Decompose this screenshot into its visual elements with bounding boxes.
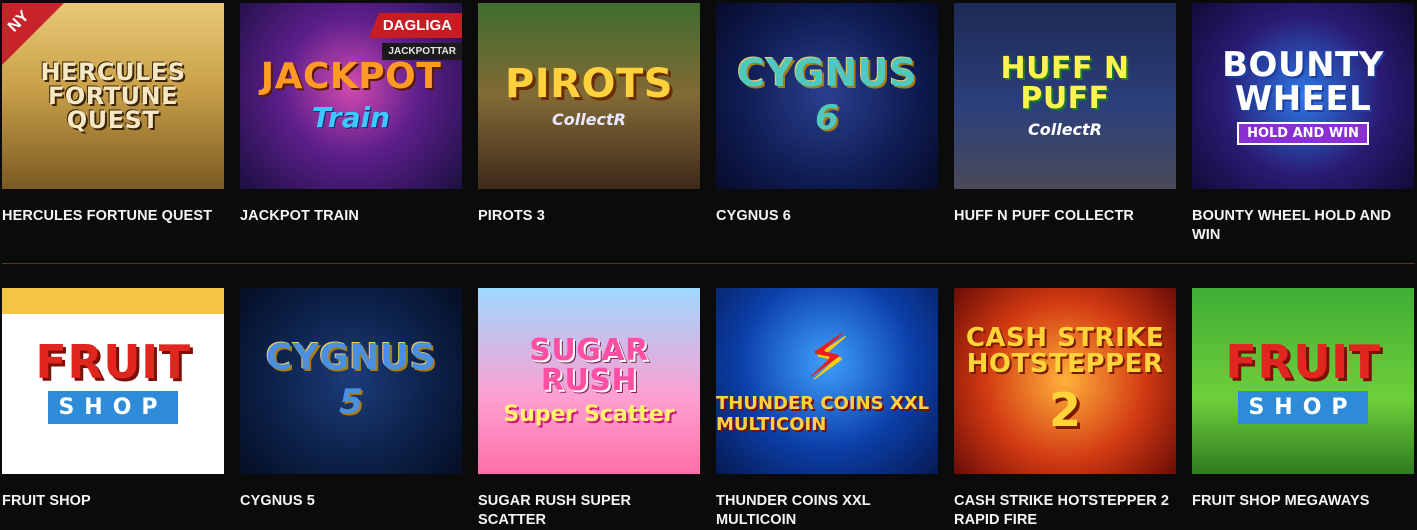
game-title[interactable]: HUFF N PUFF COLLECTR [954,207,1176,226]
thumbnail-art-title: Cygnus [265,337,437,378]
game-tile-sugar-rush-super-scatter[interactable]: Sugar Rush Super Scatter SUGAR RUSH SUPE… [478,288,700,530]
thumbnail-art-title: Cygnus [737,51,917,95]
thumbnail-art-subtitle: SHOP [1238,390,1368,424]
thumbnail-art-title: Bounty Wheel [1222,44,1384,119]
thumbnail-art-title: Sugar Rush [529,332,649,398]
game-tile-cygnus-6[interactable]: Cygnus 6 CYGNUS 6 [716,3,938,245]
game-thumbnail[interactable]: Pirots CollectR [478,3,700,189]
new-ribbon [2,3,64,65]
game-grid-row-2: Fruit SHOP FRUIT SHOP Cygnus 5 CYGNUS 5 … [2,288,1414,530]
game-tile-hercules-fortune-quest[interactable]: Hercules Fortune Quest NY HERCULES FORTU… [2,3,224,245]
game-thumbnail[interactable]: Jackpot Train DAGLIGA JACKPOTTAR [240,3,462,189]
game-title[interactable]: FRUIT SHOP [2,492,224,511]
game-thumbnail[interactable]: Cygnus 5 [240,288,462,474]
game-tile-huff-n-puff-collectr[interactable]: Huff n Puff CollectR HUFF N PUFF COLLECT… [954,3,1176,245]
game-title[interactable]: FRUIT SHOP MEGAWAYS [1192,492,1414,511]
thumbnail-art-subtitle: 2 [1048,383,1081,437]
thumbnail-art-subtitle: HOLD AND WIN [1237,121,1369,145]
thumbnail-art-title: Fruit [1225,334,1381,389]
thumbnail-art-title: Fruit [35,334,191,389]
game-title[interactable]: SUGAR RUSH SUPER SCATTER [478,492,700,530]
game-grid-row-1: Hercules Fortune Quest NY HERCULES FORTU… [2,3,1414,245]
thumbnail-art-title: Hercules Fortune Quest [40,58,186,134]
row-divider [2,263,1415,264]
thumbnail-art-title: Jackpot [260,55,442,97]
game-tile-bounty-wheel-hold-and-win[interactable]: Bounty Wheel HOLD AND WIN BOUNTY WHEEL H… [1192,3,1414,245]
daily-jackpot-badge: DAGLIGA [368,13,462,38]
thumbnail-art-title: Cash Strike Hotstepper [965,323,1165,379]
game-title[interactable]: CASH STRIKE HOTSTEPPER 2 RAPID FIRE [954,492,1176,530]
thumbnail-art-subtitle: SHOP [48,390,178,424]
lightning-bolt-icon: ⚡ [805,322,849,392]
game-tile-fruit-shop[interactable]: Fruit SHOP FRUIT SHOP [2,288,224,530]
game-tile-thunder-coins-xxl-multicoin[interactable]: ⚡ THUNDER COINS XXL MULTICOIN THUNDER CO… [716,288,938,530]
thumbnail-art-subtitle: Super Scatter [503,401,675,427]
game-tile-cygnus-5[interactable]: Cygnus 5 CYGNUS 5 [240,288,462,530]
game-tile-jackpot-train[interactable]: Jackpot Train DAGLIGA JACKPOTTAR JACKPOT… [240,3,462,245]
game-thumbnail[interactable]: Hercules Fortune Quest NY [2,3,224,189]
game-thumbnail[interactable]: Fruit SHOP [2,288,224,474]
daily-jackpot-badge-sub: JACKPOTTAR [382,43,462,60]
thumbnail-art-subtitle: CollectR [1027,119,1102,139]
game-title[interactable]: CYGNUS 5 [240,492,462,511]
game-title[interactable]: HERCULES FORTUNE QUEST [2,207,224,226]
game-title[interactable]: BOUNTY WHEEL HOLD AND WIN [1192,207,1414,245]
game-thumbnail[interactable]: Sugar Rush Super Scatter [478,288,700,474]
game-tile-fruit-shop-megaways[interactable]: Fruit SHOP FRUIT SHOP MEGAWAYS [1192,288,1414,530]
game-thumbnail[interactable]: Cash Strike Hotstepper 2 [954,288,1176,474]
thumbnail-art-subtitle: THUNDER COINS XXL MULTICOIN [716,393,930,435]
thumbnail-art-subtitle: 5 [339,382,363,422]
game-thumbnail[interactable]: Cygnus 6 [716,3,938,189]
game-thumbnail[interactable]: Bounty Wheel HOLD AND WIN [1192,3,1414,189]
game-thumbnail[interactable]: Fruit SHOP [1192,288,1414,474]
game-title[interactable]: THUNDER COINS XXL MULTICOIN [716,492,938,530]
thumbnail-art-subtitle: Train [311,100,391,134]
game-title[interactable]: JACKPOT TRAIN [240,207,462,226]
game-tile-cash-strike-hotstepper-2[interactable]: Cash Strike Hotstepper 2 CASH STRIKE HOT… [954,288,1176,530]
thumbnail-art-title: Pirots [504,60,674,107]
thumbnail-art-subtitle: 6 [815,98,839,138]
thumbnail-art-subtitle: CollectR [551,109,626,129]
game-thumbnail[interactable]: Huff n Puff CollectR [954,3,1176,189]
thumbnail-art-title: Huff n Puff [1000,50,1130,116]
game-title[interactable]: CYGNUS 6 [716,207,938,226]
game-tile-pirots-3[interactable]: Pirots CollectR PIROTS 3 [478,3,700,245]
game-thumbnail[interactable]: ⚡ THUNDER COINS XXL MULTICOIN [716,288,938,474]
game-title[interactable]: PIROTS 3 [478,207,700,226]
